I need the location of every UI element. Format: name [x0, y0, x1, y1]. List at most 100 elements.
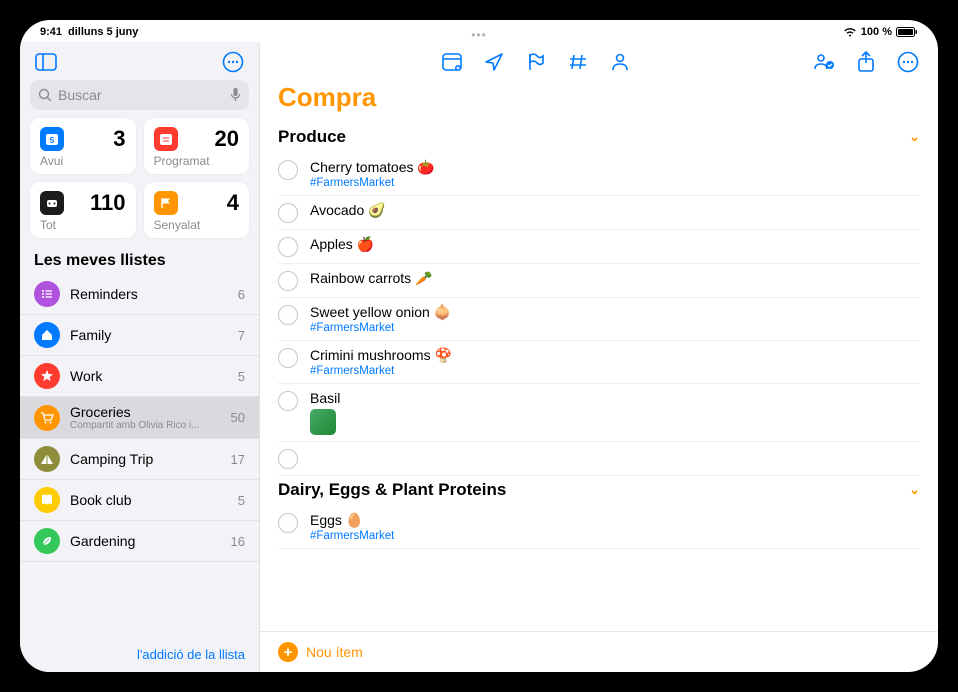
- list-row[interactable]: Gardening 16: [20, 521, 259, 562]
- list-count: 5: [238, 493, 245, 508]
- list-icon: [34, 528, 60, 554]
- status-battery-pct: 100 %: [861, 26, 892, 38]
- reminder-thumbnail[interactable]: [310, 409, 336, 435]
- svg-text:5: 5: [50, 136, 55, 145]
- smart-list-count: 4: [227, 190, 239, 216]
- chevron-down-icon: ⌄: [909, 482, 920, 498]
- list-count: 7: [238, 328, 245, 343]
- column-icon[interactable]: [440, 50, 464, 74]
- completion-toggle[interactable]: [278, 271, 298, 291]
- reminder-item[interactable]: Cherry tomatoes 🍅#FarmersMarket: [278, 153, 920, 196]
- person-icon[interactable]: [608, 50, 632, 74]
- smart-list-card[interactable]: 20 Programat: [144, 118, 250, 174]
- multitask-dots[interactable]: •••: [471, 28, 487, 42]
- battery-icon: [896, 27, 918, 37]
- reminder-item[interactable]: Sweet yellow onion 🧅#FarmersMarket: [278, 298, 920, 341]
- list-name-label: Family: [70, 327, 228, 343]
- reminder-item[interactable]: Apples 🍎: [278, 230, 920, 264]
- reminder-text: Rainbow carrots 🥕: [310, 270, 920, 287]
- smart-list-icon: 5: [40, 127, 64, 151]
- smart-list-label: Tot: [40, 218, 126, 232]
- list-row[interactable]: Book club 5: [20, 480, 259, 521]
- smart-list-card[interactable]: 4 Senyalat: [144, 182, 250, 238]
- smart-list-count: 20: [215, 126, 239, 152]
- search-placeholder: Buscar: [58, 87, 102, 103]
- more-icon[interactable]: [219, 48, 247, 76]
- list-row[interactable]: Family 7: [20, 315, 259, 356]
- list-icon: [34, 487, 60, 513]
- my-lists: Reminders 6 Family 7 Work 5 Groceries Co…: [20, 274, 259, 637]
- smart-list-card[interactable]: 5 3 Avui: [30, 118, 136, 174]
- new-item-button[interactable]: + Nou ítem: [260, 631, 938, 672]
- group-name: Produce: [278, 127, 346, 147]
- smart-lists-grid: 5 3 Avui 20 Programat 110 Tot 4 Senyalat: [20, 118, 259, 248]
- location-icon[interactable]: [482, 50, 506, 74]
- reminder-item[interactable]: Crimini mushrooms 🍄#FarmersMarket: [278, 341, 920, 384]
- reminder-text: Cherry tomatoes 🍅: [310, 159, 920, 176]
- group-header[interactable]: Dairy, Eggs & Plant Proteins ⌄: [278, 476, 920, 506]
- list-icon: [34, 363, 60, 389]
- sidebar-toggle-icon[interactable]: [32, 48, 60, 76]
- list-count: 17: [231, 452, 245, 467]
- list-row[interactable]: Camping Trip 17: [20, 439, 259, 480]
- smart-list-card[interactable]: 110 Tot: [30, 182, 136, 238]
- reminder-text: Basil: [310, 390, 920, 406]
- reminder-tag[interactable]: #FarmersMarket: [310, 365, 920, 377]
- completion-toggle[interactable]: [278, 237, 298, 257]
- smart-list-icon: [40, 191, 64, 215]
- collaborate-icon[interactable]: [812, 50, 836, 74]
- plus-icon: +: [278, 642, 298, 662]
- smart-list-count: 110: [90, 190, 126, 216]
- list-count: 50: [231, 410, 245, 425]
- list-row[interactable]: Reminders 6: [20, 274, 259, 315]
- completion-toggle[interactable]: [278, 391, 298, 411]
- search-input[interactable]: Buscar: [30, 80, 249, 110]
- reminder-item[interactable]: Rainbow carrots 🥕: [278, 264, 920, 298]
- completion-toggle[interactable]: [278, 203, 298, 223]
- smart-list-icon: [154, 127, 178, 151]
- list-icon: [34, 405, 60, 431]
- reminder-text: Eggs 🥚: [310, 512, 920, 529]
- completion-toggle[interactable]: [278, 305, 298, 325]
- completion-toggle[interactable]: [278, 449, 298, 469]
- reminder-tag[interactable]: #FarmersMarket: [310, 322, 920, 334]
- completion-toggle[interactable]: [278, 513, 298, 533]
- reminder-text: Avocado 🥑: [310, 202, 920, 219]
- detail-toolbar: [260, 42, 938, 78]
- completion-toggle[interactable]: [278, 348, 298, 368]
- smart-list-count: 3: [113, 126, 125, 152]
- reminder-tag[interactable]: #FarmersMarket: [310, 530, 920, 542]
- status-time: 9:41: [40, 26, 62, 38]
- list-row[interactable]: Work 5: [20, 356, 259, 397]
- completion-toggle[interactable]: [278, 160, 298, 180]
- reminder-tag[interactable]: #FarmersMarket: [310, 177, 920, 189]
- list-count: 6: [238, 287, 245, 302]
- smart-list-icon: [154, 191, 178, 215]
- list-name-label: Book club: [70, 492, 228, 508]
- group-header[interactable]: Produce ⌄: [278, 123, 920, 153]
- flag-icon[interactable]: [524, 50, 548, 74]
- list-icon: [34, 281, 60, 307]
- list-name-label: Work: [70, 368, 228, 384]
- reminder-item[interactable]: Eggs 🥚#FarmersMarket: [278, 506, 920, 549]
- detail-more-icon[interactable]: [896, 50, 920, 74]
- add-list-button[interactable]: l'addició de la llista: [20, 637, 259, 672]
- list-name-label: Groceries: [70, 404, 221, 420]
- list-icon: [34, 446, 60, 472]
- list-row[interactable]: Groceries Compartit amb Olivia Rico i...…: [20, 397, 259, 439]
- group-name: Dairy, Eggs & Plant Proteins: [278, 480, 506, 500]
- list-name-label: Reminders: [70, 286, 228, 302]
- chevron-down-icon: ⌄: [909, 129, 920, 145]
- reminder-item[interactable]: Avocado 🥑: [278, 196, 920, 230]
- hashtag-icon[interactable]: [566, 50, 590, 74]
- share-icon[interactable]: [854, 50, 878, 74]
- reminder-item[interactable]: [278, 442, 920, 476]
- smart-list-label: Programat: [154, 154, 240, 168]
- my-lists-header: Les meves llistes: [20, 248, 259, 274]
- mic-icon[interactable]: [230, 87, 241, 103]
- search-icon: [38, 88, 52, 102]
- page-title: Compra: [260, 78, 938, 123]
- reminder-content: Produce ⌄ Cherry tomatoes 🍅#FarmersMarke…: [260, 123, 938, 631]
- new-item-label: Nou ítem: [306, 644, 363, 660]
- reminder-item[interactable]: Basil: [278, 384, 920, 442]
